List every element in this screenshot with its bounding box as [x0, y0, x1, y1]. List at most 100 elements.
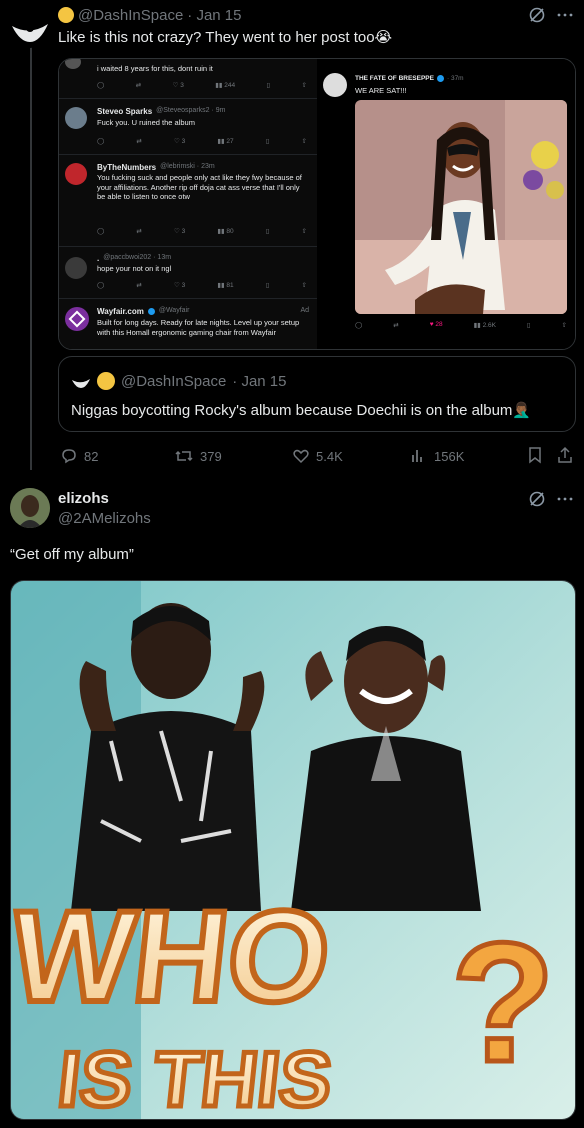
like-count: 5.4K: [316, 448, 343, 464]
reply-text: “Get off my album”: [10, 546, 134, 563]
ad-item: Wayfair.com @Wayfair Ad Built for long d…: [59, 299, 317, 349]
grok-icon[interactable]: [528, 490, 546, 508]
like-icon: [293, 449, 309, 464]
views-icon[interactable]: ▮▮ 27: [217, 137, 233, 145]
views-icon: [412, 450, 422, 462]
like-count-button[interactable]: 5.4K: [292, 447, 343, 465]
reply-author-name[interactable]: elizohs: [58, 490, 109, 507]
meme-question-mark: ?: [451, 908, 555, 1098]
avatar: [65, 59, 81, 69]
emoji-avatar-icon: [97, 372, 115, 390]
quote-date: · Jan 15: [232, 372, 287, 390]
right-post-photo[interactable]: [355, 100, 567, 314]
right-post-time: · 37m: [446, 75, 464, 82]
views-count: 156K: [434, 448, 465, 464]
more-icon[interactable]: [556, 6, 574, 24]
reply-icon[interactable]: ◯: [97, 137, 104, 145]
ad-name[interactable]: Wayfair.com: [97, 307, 144, 316]
reply-icon[interactable]: ◯: [97, 81, 104, 89]
views-icon[interactable]: ▮▮ 2.6K: [474, 321, 496, 329]
like-icon[interactable]: ♡ 3: [174, 137, 185, 145]
meme-caption-is-this: IS THIS: [54, 1035, 336, 1120]
views-icon[interactable]: ▮▮ 81: [217, 281, 233, 289]
ad-handle[interactable]: @Wayfair: [159, 307, 190, 316]
quoted-post[interactable]: @DashInSpace · Jan 15 Niggas boycotting …: [58, 356, 576, 432]
bookmark-icon[interactable]: ▯: [266, 137, 270, 145]
reply-icon: [62, 449, 76, 464]
repost-icon[interactable]: ⇄: [136, 137, 141, 145]
post-date[interactable]: · Jan 15: [187, 7, 241, 24]
ad-label: Ad: [300, 307, 309, 314]
left-replies: i waited 8 years for this, dont ruin it …: [59, 59, 317, 349]
reply-handle[interactable]: @paccbwoi202 · 13m: [103, 254, 171, 263]
repost-count-button[interactable]: 379: [174, 447, 222, 465]
views-icon[interactable]: ▮▮ 80: [217, 227, 233, 235]
repost-icon[interactable]: ⇄: [136, 227, 141, 235]
repost-icon[interactable]: ⇄: [136, 281, 141, 289]
like-icon[interactable]: ♡ 3: [174, 227, 185, 235]
reply-icon[interactable]: ◯: [97, 281, 104, 289]
bookmark-icon[interactable]: ▯: [266, 281, 270, 289]
reply-text: i waited 8 years for this, dont ruin it: [97, 64, 213, 73]
repost-icon[interactable]: ⇄: [393, 321, 398, 329]
right-post: THE FATE OF BRESEPPE · 37m WE ARE SAT!!!: [317, 59, 575, 349]
reply-author-handle[interactable]: @2AMelizohs: [58, 510, 151, 527]
avatar: [65, 257, 87, 279]
share-icon[interactable]: ⇧: [301, 281, 306, 289]
reply-icon[interactable]: ◯: [97, 227, 104, 235]
post-text: Like is this not crazy? They went to her…: [58, 29, 393, 46]
right-post-text: WE ARE SAT!!!: [355, 86, 407, 95]
thread-line: [30, 34, 32, 470]
quote-handle: @DashInSpace: [121, 372, 227, 390]
verified-icon: [147, 308, 155, 315]
like-icon[interactable]: ♡ 3: [174, 281, 185, 289]
share-icon[interactable]: [556, 446, 574, 464]
quote-avatar: [71, 371, 91, 391]
views-icon[interactable]: ▮▮ 244: [215, 81, 235, 89]
reply-actions: ◯ ⇄ ♡ 3 ▮▮ 244 ▯ ⇧: [97, 81, 307, 89]
list-item: Steveo Sparks @Steveosparks2 · 9m Fuck y…: [59, 99, 317, 155]
repost-icon[interactable]: ⇄: [136, 81, 141, 89]
media-screenshot[interactable]: i waited 8 years for this, dont ruin it …: [58, 58, 576, 350]
reply-name[interactable]: ByTheNumbers: [97, 163, 156, 172]
reply-icon[interactable]: ◯: [355, 321, 362, 329]
right-post-name[interactable]: THE FATE OF BRESEPPE: [355, 75, 434, 82]
repost-count: 379: [200, 448, 222, 464]
reply-count-button[interactable]: 82: [60, 447, 98, 465]
reply-author-avatar[interactable]: [10, 488, 50, 528]
reply-text: You fucking suck and people only act lik…: [97, 173, 302, 201]
grok-icon[interactable]: [528, 6, 546, 24]
reply-name[interactable]: Steveo Sparks: [97, 107, 152, 116]
reply-name[interactable]: .: [97, 254, 99, 263]
share-icon[interactable]: ⇧: [301, 137, 306, 145]
list-item: ByTheNumbers @lebrimski · 23m You fuckin…: [59, 155, 317, 247]
more-icon[interactable]: [556, 490, 574, 508]
author-avatar[interactable]: [10, 8, 50, 48]
reply-text: Fuck you. U ruined the album: [97, 118, 195, 127]
views-count-button[interactable]: 156K: [410, 447, 464, 465]
share-icon[interactable]: ⇧: [301, 227, 306, 235]
like-icon[interactable]: ♡ 3: [173, 81, 184, 89]
list-item: i waited 8 years for this, dont ruin it …: [59, 59, 317, 99]
reply-handle[interactable]: @lebrimski · 23m: [160, 163, 215, 172]
author-handle[interactable]: @DashInSpace: [78, 7, 183, 24]
bookmark-icon[interactable]: ▯: [267, 81, 271, 89]
bookmark-icon[interactable]: ▯: [266, 227, 270, 235]
reply-actions: ◯ ⇄ ♡ 3 ▮▮ 81 ▯ ⇧: [97, 281, 307, 289]
bookmark-icon[interactable]: ▯: [527, 321, 531, 329]
bookmark-icon[interactable]: [526, 446, 544, 464]
emoji-avatar-icon: [58, 7, 74, 23]
avatar: [323, 73, 347, 97]
list-item: . @paccbwoi202 · 13m hope your not on it…: [59, 247, 317, 299]
reply-image[interactable]: WHO IS THIS ?: [10, 580, 576, 1120]
avatar: [65, 107, 87, 129]
reply-text: hope your not on it ngl: [97, 264, 172, 273]
reply-actions: ◯ ⇄ ♡ 3 ▮▮ 80 ▯ ⇧: [97, 227, 307, 235]
share-icon[interactable]: ⇧: [561, 321, 566, 329]
repost-icon: [175, 450, 193, 462]
reply-count: 82: [84, 448, 99, 464]
reply-handle[interactable]: @Steveosparks2 · 9m: [156, 107, 225, 116]
like-icon[interactable]: ♥ 28: [430, 321, 443, 329]
share-icon[interactable]: ⇧: [302, 81, 307, 89]
meme-caption-who: WHO: [11, 883, 337, 1029]
